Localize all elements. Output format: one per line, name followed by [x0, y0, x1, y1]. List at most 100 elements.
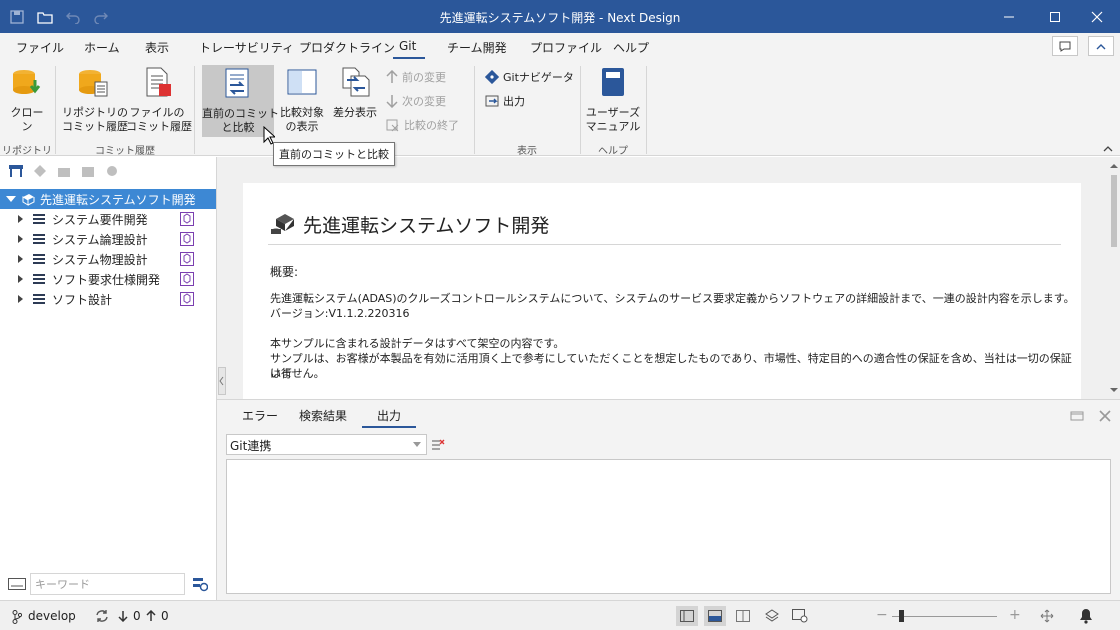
output-source-select[interactable]: Git連携 — [226, 434, 427, 455]
close-button[interactable] — [1074, 0, 1120, 33]
restore-panel-icon[interactable] — [1070, 410, 1084, 422]
feedback-button[interactable] — [1052, 36, 1078, 56]
group-separator — [646, 66, 647, 154]
ribbon: クローン リポジトリの コミット履歴 ファイルの コミット履歴 リポジトリ コミ… — [0, 60, 1120, 157]
network-icon[interactable] — [764, 609, 780, 623]
layout-single-button[interactable] — [676, 606, 698, 626]
zoom-thumb[interactable] — [899, 610, 904, 622]
tree-item[interactable]: システム物理設計 — [0, 249, 216, 269]
chevron-up-icon[interactable] — [1103, 145, 1113, 152]
user-manual-button[interactable]: ユーザーズ マニュアル — [585, 66, 641, 134]
comment-icon — [1059, 41, 1071, 52]
status-bar: develop 0 0 − + — [0, 600, 1120, 630]
show-compare-target-button[interactable]: 比較対象 の表示 — [276, 66, 328, 134]
diff-view-button[interactable]: 差分表示 — [330, 66, 380, 120]
list-icon — [33, 254, 45, 264]
add-model-icon[interactable] — [32, 164, 48, 178]
tab-search-results[interactable]: 検索結果 — [299, 407, 347, 424]
tab-git[interactable]: Git — [399, 39, 416, 53]
file-history-button[interactable]: ファイルの コミット履歴 — [126, 66, 192, 134]
next-change-button[interactable]: 次の変更 — [386, 93, 446, 109]
minimize-button[interactable] — [986, 0, 1032, 33]
previous-change-button[interactable]: 前の変更 — [386, 69, 446, 85]
version-line: バージョン:V1.1.2.220316 — [270, 307, 410, 320]
arrow-down-icon — [118, 611, 128, 622]
group-label-view: 表示 — [517, 146, 537, 157]
collapse-pane-icon — [218, 367, 226, 395]
tree-item[interactable]: システム要件開発 — [0, 209, 216, 229]
description-line: サンプルは、お客様が本製品を有効に活用頂く上で参考にしていただくことを想定したも… — [270, 352, 1072, 380]
tree-root[interactable]: 先進運転システムソフト開発 — [0, 189, 216, 209]
tab-help[interactable]: ヘルプ — [613, 39, 649, 56]
tree-item[interactable]: システム論理設計 — [0, 229, 216, 249]
maximize-button[interactable] — [1032, 0, 1078, 33]
tab-file[interactable]: ファイル — [16, 39, 64, 56]
zoom-out-icon[interactable]: − — [876, 607, 888, 623]
model-type-icon — [180, 212, 194, 226]
collapse-ribbon-button[interactable] — [1088, 36, 1114, 56]
tree-item[interactable]: ソフト要求仕様開発 — [0, 269, 216, 289]
hierarchy-icon[interactable] — [8, 164, 24, 178]
add-folder-icon[interactable] — [80, 164, 96, 178]
window-settings-icon[interactable] — [792, 609, 808, 623]
repository-history-button[interactable]: リポジトリの コミット履歴 — [62, 66, 128, 134]
tab-profile[interactable]: プロファイル — [530, 39, 602, 56]
sync-icon[interactable] — [95, 609, 109, 623]
chevron-down-icon — [413, 442, 421, 447]
expand-arrow-icon — [18, 215, 23, 223]
active-tab-indicator — [393, 57, 425, 59]
overview-label: 概要: — [270, 265, 299, 279]
project-icon — [271, 214, 294, 234]
filter-settings-icon[interactable] — [192, 576, 208, 592]
end-compare-icon — [386, 119, 399, 132]
fit-view-icon[interactable] — [1040, 609, 1054, 623]
end-compare-button[interactable]: 比較の終了 — [386, 117, 459, 133]
tab-output[interactable]: 出力 — [377, 407, 401, 424]
git-navigator-button[interactable]: Gitナビゲータ — [485, 69, 574, 85]
clear-output-icon[interactable] — [431, 438, 445, 452]
close-icon[interactable] — [1098, 409, 1112, 423]
settings-icon[interactable] — [104, 164, 120, 178]
chevron-up-icon — [1096, 43, 1106, 49]
window-title: 先進運転システムソフト開発 - Next Design — [439, 11, 681, 25]
zoom-in-icon[interactable]: + — [1009, 607, 1021, 623]
scroll-thumb[interactable] — [1111, 175, 1117, 247]
file-history-icon — [146, 67, 171, 97]
vertical-scrollbar[interactable] — [1108, 157, 1120, 399]
tab-traceability[interactable]: トレーサビリティ — [199, 39, 294, 56]
output-button[interactable]: 出力 — [485, 93, 525, 109]
tab-view[interactable]: 表示 — [145, 39, 169, 56]
layout-icon — [708, 610, 722, 622]
tab-home[interactable]: ホーム — [84, 39, 120, 56]
group-separator — [474, 66, 475, 154]
git-icon — [485, 70, 499, 84]
arrow-up-icon — [386, 70, 398, 83]
clone-icon — [13, 70, 41, 94]
keyword-search-input[interactable]: キーワード — [30, 573, 185, 595]
list-icon — [33, 214, 45, 224]
layout-bottom-button[interactable] — [704, 606, 726, 626]
layout-split-icon[interactable] — [736, 610, 750, 622]
arrow-down-icon — [386, 95, 398, 108]
branch-name[interactable]: develop — [28, 609, 76, 623]
tree-item[interactable]: ソフト設計 — [0, 289, 216, 309]
zoom-slider[interactable] — [892, 616, 997, 617]
group-separator — [580, 66, 581, 154]
group-separator — [194, 66, 195, 154]
editor-area: 先進運転システムソフト開発 概要: 先進運転システム(ADAS)のクルーズコント… — [227, 157, 1120, 399]
navigator-toolbar — [8, 164, 120, 178]
list-icon — [33, 294, 45, 304]
description-line: 本サンプルに含まれる設計データはすべて架空の内容です。 — [270, 337, 565, 350]
notification-bell-icon[interactable] — [1079, 608, 1093, 624]
project-icon — [22, 194, 35, 206]
output-text-area[interactable] — [226, 459, 1111, 594]
tab-product-line[interactable]: プロダクトライン — [299, 39, 395, 56]
text-filter-icon — [8, 578, 26, 590]
description-line: いません。 — [270, 367, 325, 380]
clone-button[interactable]: クローン — [6, 66, 48, 134]
add-package-icon[interactable] — [56, 164, 72, 178]
tab-errors[interactable]: エラー — [242, 407, 278, 424]
collapse-arrow-icon[interactable] — [4, 192, 18, 206]
tab-team-development[interactable]: チーム開発 — [447, 39, 507, 56]
pane-splitter[interactable] — [217, 157, 227, 400]
